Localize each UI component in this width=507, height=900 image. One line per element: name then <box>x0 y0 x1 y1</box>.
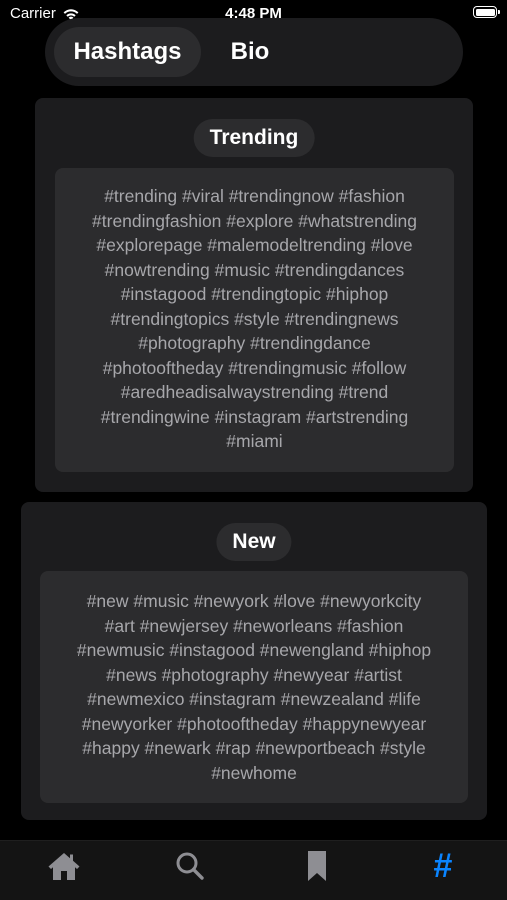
hashtag-line: #aredheadisalwaystrending #trend <box>120 382 389 402</box>
search-icon <box>176 852 204 880</box>
hashtag-line: #newhome <box>211 762 297 783</box>
hashtag-line: #photography #trendingdance <box>138 333 371 353</box>
hashtag-line: #trendingfashion #explore #whatstrending <box>92 210 417 231</box>
hashtag-line: #miami <box>226 431 283 451</box>
section-title-trending: Trending <box>193 119 315 157</box>
bookmark-icon <box>308 851 326 881</box>
hashtag-line: #trendingwine #instagram #artstrending <box>100 406 409 427</box>
tab-bar: # <box>0 840 507 900</box>
tab-home[interactable] <box>34 841 94 891</box>
new-hashtags-box[interactable]: #new #music #newyork #love #newyorkcity … <box>40 571 468 803</box>
hashtag-line: #photooftheday #trendingmusic #follow <box>102 357 407 378</box>
segment-hashtags[interactable]: Hashtags <box>54 27 201 77</box>
hashtag-line: #instagood #trendingtopic #hiphop <box>120 284 389 304</box>
home-icon <box>48 853 80 880</box>
hashtag-icon: # <box>433 847 453 885</box>
hashtag-line: #news #photography #newyear #artist <box>106 664 402 685</box>
hashtag-line: #newmusic #instagood #newengland #hiphop <box>76 640 432 660</box>
trending-card: Trending #trending #viral #trendingnow #… <box>35 98 473 492</box>
hashtag-line: #art #newjersey #neworleans #fashion <box>104 615 404 636</box>
section-title-new: New <box>216 523 292 561</box>
hashtag-line: #nowtrending #music #trendingdances <box>104 259 405 280</box>
segmented-control: Hashtags Bio <box>45 18 463 86</box>
segment-bio[interactable]: Bio <box>210 27 290 77</box>
hashtag-line: #happy #newark #rap #newportbeach #style <box>82 738 426 758</box>
hashtag-line: #newmexico #instagram #newzealand #life <box>87 689 421 709</box>
new-card: New #new #music #newyork #love #newyorkc… <box>21 502 487 820</box>
tab-bookmarks[interactable] <box>287 841 347 891</box>
trending-hashtags-box[interactable]: #trending #viral #trendingnow #fashion #… <box>55 168 454 472</box>
hashtag-line: #trendingtopics #style #trendingnews <box>110 308 399 329</box>
battery-icon <box>473 6 500 18</box>
hashtag-line: #newyorker #photooftheday #happynewyear <box>81 713 427 734</box>
hashtag-line: #explorepage #malemodeltrending #love <box>96 235 413 255</box>
tab-hashtags[interactable]: # <box>413 841 473 891</box>
hashtag-line: #trending #viral #trendingnow #fashion <box>104 186 405 206</box>
hashtag-line: #new #music #newyork #love #newyorkcity <box>86 591 422 611</box>
tab-search[interactable] <box>160 841 220 891</box>
